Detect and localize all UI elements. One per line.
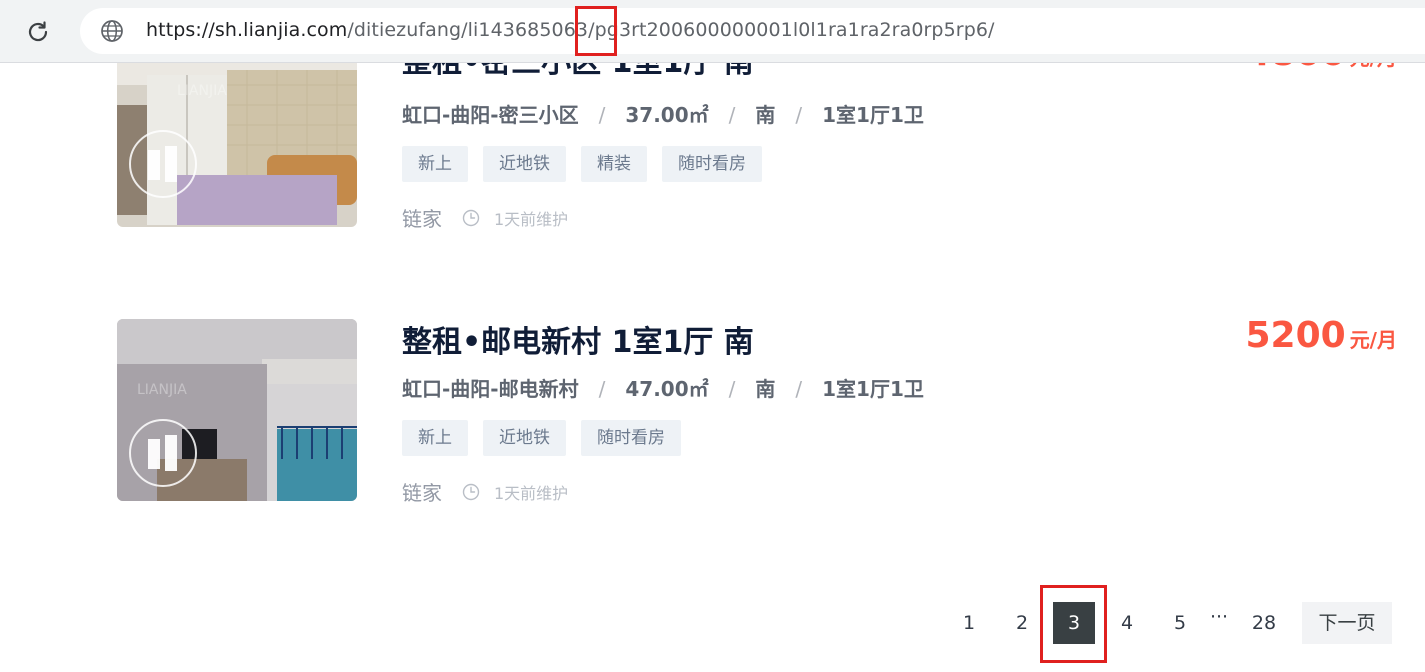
layout-value: 1室1厅1卫 xyxy=(822,103,924,127)
page-link-4[interactable]: 4 xyxy=(1113,602,1141,644)
listing-title[interactable]: 整租•邮电新村 1室1厅 南 xyxy=(402,317,754,361)
vr-panel-icon xyxy=(148,435,177,471)
page-link-1[interactable]: 1 xyxy=(955,602,983,644)
separator: / xyxy=(795,103,803,127)
area-value: 37.00㎡ xyxy=(625,103,709,127)
tag: 新上 xyxy=(402,146,468,182)
brand-name: 链家 xyxy=(402,481,442,505)
listing-card[interactable]: LIANJIA 整租•邮电新村 1室1厅 南 虹口-曲阳-邮电新村 / 47.00㎡… xyxy=(117,315,1397,506)
watermark-text: LIANJIA xyxy=(137,382,187,398)
url-page-param-highlight xyxy=(575,6,617,56)
tag: 近地铁 xyxy=(483,420,566,456)
globe-icon xyxy=(101,20,123,42)
tag-list: 新上 近地铁 随时看房 xyxy=(402,420,681,456)
layout-value: 1室1厅1卫 xyxy=(822,377,924,401)
separator: / xyxy=(795,377,803,401)
orientation-value: 南 xyxy=(755,103,776,127)
current-page-highlight xyxy=(1040,585,1107,663)
vr-tour-icon[interactable] xyxy=(129,130,197,198)
page-ellipsis: ··· xyxy=(1209,606,1229,628)
url-text[interactable]: https://sh.lianjia.com/ditiezufang/li143… xyxy=(146,19,995,41)
next-page-button[interactable]: 下一页 xyxy=(1302,602,1392,644)
brand-name: 链家 xyxy=(402,207,442,231)
separator: / xyxy=(728,103,736,127)
listing-description: 虹口-曲阳-邮电新村 / 47.00㎡ / 南 / 1室1厅1卫 xyxy=(402,373,924,402)
separator: / xyxy=(598,377,606,401)
listing-description: 虹口-曲阳-密三小区 / 37.00㎡ / 南 / 1室1厅1卫 xyxy=(402,99,924,128)
tag: 精装 xyxy=(581,146,647,182)
tag: 随时看房 xyxy=(581,420,681,456)
district-link[interactable]: 虹口-曲阳-密三小区 xyxy=(402,103,579,127)
url-host: https://sh.lianjia.com xyxy=(146,19,348,41)
price-unit: 元/月 xyxy=(1349,328,1397,352)
page-link-last[interactable]: 28 xyxy=(1244,602,1284,644)
vr-tour-icon[interactable] xyxy=(129,419,197,487)
price-value: 5200 xyxy=(1245,315,1346,356)
separator: / xyxy=(598,103,606,127)
separator: / xyxy=(728,377,736,401)
orientation-value: 南 xyxy=(755,377,776,401)
address-bar[interactable]: https://sh.lianjia.com/ditiezufang/li143… xyxy=(80,8,1425,54)
reload-icon xyxy=(28,21,48,42)
area-value: 47.00㎡ xyxy=(625,377,709,401)
listing-photo[interactable]: LIANJIA xyxy=(117,319,357,501)
listing-meta: 链家 1天前维护 xyxy=(402,203,568,232)
browser-toolbar: https://sh.lianjia.com/ditiezufang/li143… xyxy=(0,0,1425,63)
listing-meta: 链家 1天前维护 xyxy=(402,477,568,506)
url-path: /ditiezufang/li143685063/pg3rt2006000000… xyxy=(347,19,995,41)
tag-list: 新上 近地铁 精装 随时看房 xyxy=(402,146,762,182)
district-link[interactable]: 虹口-曲阳-邮电新村 xyxy=(402,377,579,401)
listing-photo[interactable]: LIANJIA xyxy=(117,45,357,227)
tag: 新上 xyxy=(402,420,468,456)
watermark-text: LIANJIA xyxy=(177,83,227,99)
clock-icon xyxy=(462,483,480,500)
tag: 随时看房 xyxy=(662,146,762,182)
tag: 近地铁 xyxy=(483,146,566,182)
maintained-time: 1天前维护 xyxy=(494,483,569,503)
listing-card[interactable]: LIANJIA 整租•密三小区 1室1厅 南 虹口-曲阳-密三小区/37.00㎡… xyxy=(117,33,1397,232)
maintained-time: 1天前维护 xyxy=(494,209,569,229)
reload-button[interactable] xyxy=(18,12,58,52)
listing-price: 5200 元/月 xyxy=(1245,315,1397,356)
page-link-5[interactable]: 5 xyxy=(1166,602,1194,644)
vr-panel-icon xyxy=(148,146,177,182)
clock-icon xyxy=(462,209,480,226)
page-link-2[interactable]: 2 xyxy=(1008,602,1036,644)
